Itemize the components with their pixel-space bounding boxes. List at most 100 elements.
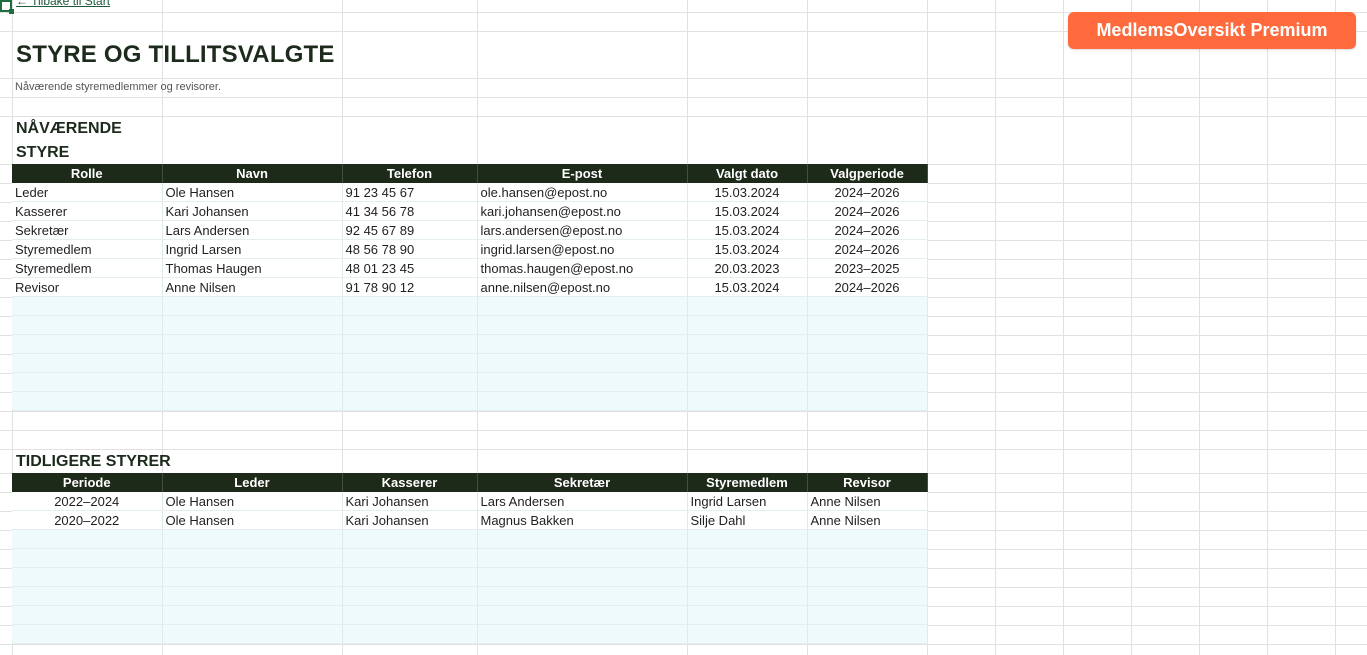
column-header-telefon[interactable]: Telefon xyxy=(342,164,478,183)
empty-cell[interactable] xyxy=(687,372,808,392)
premium-button[interactable]: MedlemsOversikt Premium xyxy=(1068,12,1356,49)
empty-cell[interactable] xyxy=(477,296,688,316)
empty-cell[interactable] xyxy=(687,605,808,625)
empty-cell[interactable] xyxy=(687,624,808,644)
empty-cell[interactable] xyxy=(687,529,808,549)
column-header-valgperiode[interactable]: Valgperiode xyxy=(807,164,928,183)
cell-periode[interactable]: 2020–2022 xyxy=(12,510,163,530)
cell-rolle[interactable]: Sekretær xyxy=(12,220,163,240)
cell-rolle[interactable]: Revisor xyxy=(12,277,163,297)
empty-cell[interactable] xyxy=(12,605,163,625)
cell-rolle[interactable]: Leder xyxy=(12,183,163,202)
cell-valgperiode[interactable]: 2024–2026 xyxy=(807,220,928,240)
empty-cell[interactable] xyxy=(807,586,928,606)
empty-cell[interactable] xyxy=(342,372,478,392)
cell-telefon[interactable]: 91 78 90 12 xyxy=(342,277,478,297)
cell-kasserer[interactable]: Kari Johansen xyxy=(342,510,478,530)
column-header-revisor[interactable]: Revisor xyxy=(807,473,928,492)
cell-telefon[interactable]: 48 56 78 90 xyxy=(342,239,478,259)
cell-navn[interactable]: Ingrid Larsen xyxy=(162,239,343,259)
empty-cell[interactable] xyxy=(687,391,808,411)
cell-valgperiode[interactable]: 2024–2026 xyxy=(807,183,928,202)
empty-cell[interactable] xyxy=(162,548,343,568)
cell-epost[interactable]: ole.hansen@epost.no xyxy=(477,183,688,202)
cell-navn[interactable]: Ole Hansen xyxy=(162,183,343,202)
empty-cell[interactable] xyxy=(807,353,928,373)
cell-valgperiode[interactable]: 2024–2026 xyxy=(807,277,928,297)
empty-cell[interactable] xyxy=(807,567,928,587)
cell-periode[interactable]: 2022–2024 xyxy=(12,492,163,511)
empty-cell[interactable] xyxy=(807,296,928,316)
column-header-styremedlem[interactable]: Styremedlem xyxy=(687,473,808,492)
empty-cell[interactable] xyxy=(162,353,343,373)
empty-cell[interactable] xyxy=(807,624,928,644)
empty-cell[interactable] xyxy=(12,372,163,392)
empty-cell[interactable] xyxy=(807,334,928,354)
empty-cell[interactable] xyxy=(477,353,688,373)
empty-cell[interactable] xyxy=(12,586,163,606)
empty-cell[interactable] xyxy=(342,315,478,335)
cell-telefon[interactable]: 41 34 56 78 xyxy=(342,201,478,221)
cell-telefon[interactable]: 91 23 45 67 xyxy=(342,183,478,202)
empty-cell[interactable] xyxy=(477,529,688,549)
empty-cell[interactable] xyxy=(12,391,163,411)
empty-cell[interactable] xyxy=(687,296,808,316)
empty-cell[interactable] xyxy=(162,296,343,316)
empty-cell[interactable] xyxy=(12,315,163,335)
cell-rolle[interactable]: Styremedlem xyxy=(12,258,163,278)
empty-cell[interactable] xyxy=(687,353,808,373)
empty-cell[interactable] xyxy=(477,586,688,606)
cell-valgt-dato[interactable]: 15.03.2024 xyxy=(687,220,808,240)
empty-cell[interactable] xyxy=(342,391,478,411)
empty-cell[interactable] xyxy=(342,296,478,316)
cell-navn[interactable]: Lars Andersen xyxy=(162,220,343,240)
empty-cell[interactable] xyxy=(162,315,343,335)
empty-cell[interactable] xyxy=(687,334,808,354)
empty-cell[interactable] xyxy=(162,624,343,644)
empty-cell[interactable] xyxy=(807,529,928,549)
empty-cell[interactable] xyxy=(12,296,163,316)
empty-cell[interactable] xyxy=(342,624,478,644)
cell-sekretaer[interactable]: Magnus Bakken xyxy=(477,510,688,530)
empty-cell[interactable] xyxy=(162,567,343,587)
active-cell-selection[interactable] xyxy=(0,0,14,14)
cell-leder[interactable]: Ole Hansen xyxy=(162,492,343,511)
cell-kasserer[interactable]: Kari Johansen xyxy=(342,492,478,511)
empty-cell[interactable] xyxy=(477,605,688,625)
empty-cell[interactable] xyxy=(342,605,478,625)
cell-epost[interactable]: thomas.haugen@epost.no xyxy=(477,258,688,278)
empty-cell[interactable] xyxy=(12,624,163,644)
cell-valgperiode[interactable]: 2024–2026 xyxy=(807,201,928,221)
cell-revisor[interactable]: Anne Nilsen xyxy=(807,510,928,530)
empty-cell[interactable] xyxy=(162,334,343,354)
cell-epost[interactable]: anne.nilsen@epost.no xyxy=(477,277,688,297)
empty-cell[interactable] xyxy=(687,586,808,606)
cell-epost[interactable]: kari.johansen@epost.no xyxy=(477,201,688,221)
cell-rolle[interactable]: Kasserer xyxy=(12,201,163,221)
empty-cell[interactable] xyxy=(342,548,478,568)
column-header-rolle[interactable]: Rolle xyxy=(12,164,163,183)
cell-epost[interactable]: lars.andersen@epost.no xyxy=(477,220,688,240)
cell-valgt-dato[interactable]: 15.03.2024 xyxy=(687,239,808,259)
column-header-epost[interactable]: E-post xyxy=(477,164,688,183)
empty-cell[interactable] xyxy=(807,548,928,568)
back-to-start-link[interactable]: ← Tilbake til Start xyxy=(16,0,110,8)
empty-cell[interactable] xyxy=(477,315,688,335)
empty-cell[interactable] xyxy=(807,372,928,392)
column-header-valgt-dato[interactable]: Valgt dato xyxy=(687,164,808,183)
empty-cell[interactable] xyxy=(162,529,343,549)
empty-cell[interactable] xyxy=(12,548,163,568)
empty-cell[interactable] xyxy=(162,391,343,411)
empty-cell[interactable] xyxy=(477,567,688,587)
column-header-leder[interactable]: Leder xyxy=(162,473,343,492)
cell-styremedlem[interactable]: Ingrid Larsen xyxy=(687,492,808,511)
empty-cell[interactable] xyxy=(342,529,478,549)
empty-cell[interactable] xyxy=(162,605,343,625)
cell-valgt-dato[interactable]: 15.03.2024 xyxy=(687,277,808,297)
cell-epost[interactable]: ingrid.larsen@epost.no xyxy=(477,239,688,259)
empty-cell[interactable] xyxy=(12,529,163,549)
cell-valgperiode[interactable]: 2023–2025 xyxy=(807,258,928,278)
cell-valgt-dato[interactable]: 15.03.2024 xyxy=(687,183,808,202)
column-header-sekretaer[interactable]: Sekretær xyxy=(477,473,688,492)
column-header-kasserer[interactable]: Kasserer xyxy=(342,473,478,492)
